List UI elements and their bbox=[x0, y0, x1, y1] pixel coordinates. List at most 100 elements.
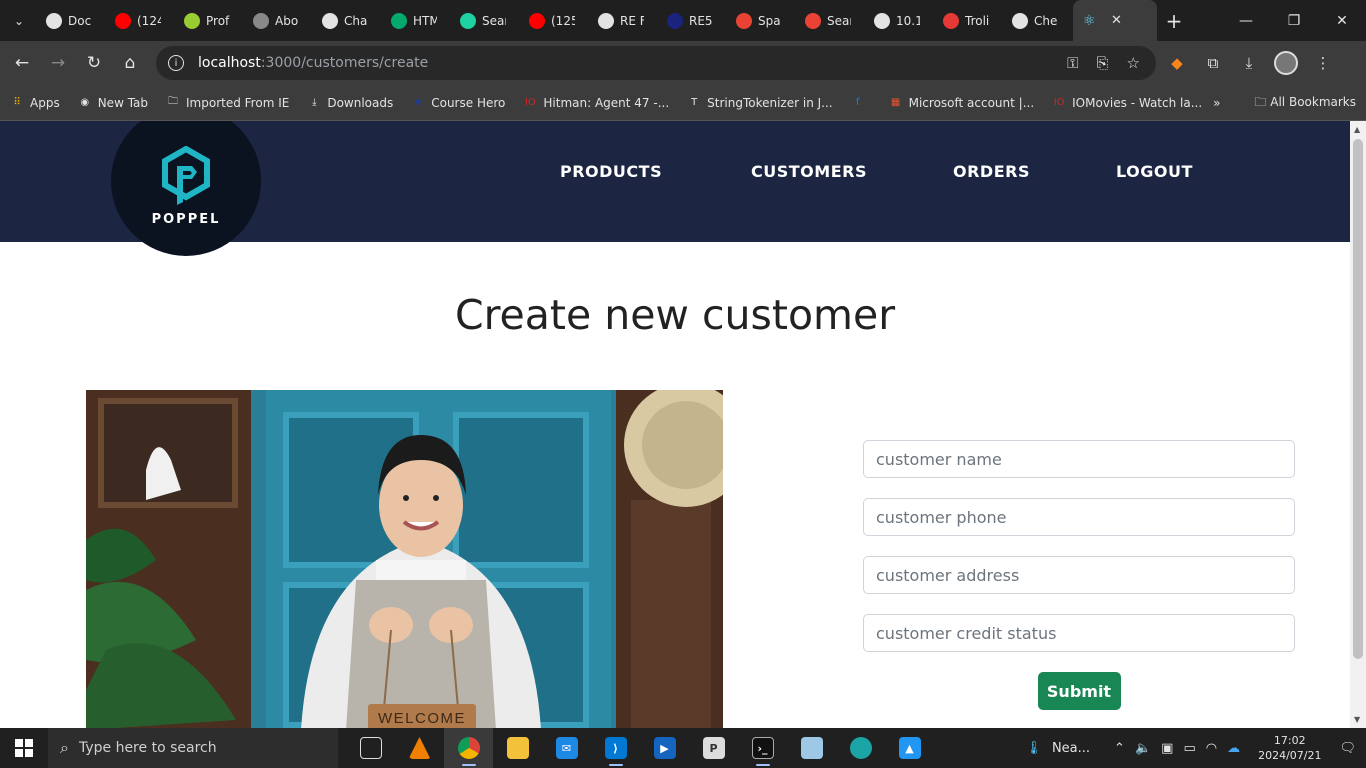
nav-customers[interactable]: CUSTOMERS bbox=[751, 162, 867, 181]
chrome-icon[interactable] bbox=[444, 728, 493, 768]
bookmark-item[interactable]: ◉ New Tab bbox=[78, 96, 148, 110]
scrollbar-thumb[interactable] bbox=[1353, 139, 1363, 659]
bookmark-star-icon[interactable]: ☆ bbox=[1127, 54, 1140, 72]
media-player-icon[interactable]: ▶ bbox=[640, 728, 689, 768]
weather-text[interactable]: Nea... bbox=[1052, 741, 1090, 756]
bookmarks-overflow-icon[interactable]: » bbox=[1213, 96, 1220, 110]
volume-icon[interactable]: 🔈 bbox=[1135, 741, 1151, 756]
scroll-up-icon[interactable]: ▲ bbox=[1354, 125, 1360, 134]
reload-icon[interactable]: ↻ bbox=[76, 45, 112, 81]
clock-date: 2024/07/21 bbox=[1258, 749, 1322, 762]
nav-products[interactable]: PRODUCTS bbox=[560, 162, 662, 181]
site-header: POPPEL PRODUCTS CUSTOMERS ORDERS LOGOUT bbox=[0, 121, 1350, 256]
w3schools-icon bbox=[391, 12, 407, 29]
system-clock[interactable]: 17:02 2024/07/21 bbox=[1258, 733, 1321, 763]
battery-icon[interactable]: ▭ bbox=[1183, 741, 1195, 756]
github-icon bbox=[1012, 12, 1028, 29]
customer-phone-input[interactable] bbox=[863, 498, 1295, 536]
customer-credit-status-input[interactable] bbox=[863, 614, 1295, 652]
customer-name-input[interactable] bbox=[863, 440, 1295, 478]
edge-icon[interactable] bbox=[836, 728, 885, 768]
bookmark-item[interactable]: IO IOMovies - Watch la... bbox=[1052, 96, 1202, 110]
taskbar-search-box[interactable]: ⌕ Type here to search bbox=[48, 728, 338, 768]
new-tab-button[interactable]: + bbox=[1157, 9, 1191, 33]
file-explorer-icon[interactable] bbox=[493, 728, 542, 768]
password-key-icon[interactable]: ⚿ bbox=[1067, 54, 1078, 72]
close-window-icon[interactable]: ✕ bbox=[1318, 13, 1366, 29]
profile-avatar[interactable] bbox=[1274, 51, 1298, 75]
vscode-icon[interactable]: ⟩ bbox=[591, 728, 640, 768]
bookmark-item[interactable]: ▦ Microsoft account |... bbox=[889, 95, 1035, 110]
terminal-icon[interactable]: ›_ bbox=[738, 728, 787, 768]
home-icon[interactable]: ⌂ bbox=[112, 45, 148, 81]
browser-tab[interactable]: RE F bbox=[590, 0, 659, 41]
browser-tab[interactable]: Abo bbox=[245, 0, 314, 41]
address-bar[interactable]: i localhost:3000/customers/create ⚿ ⎘ ☆ bbox=[156, 46, 1156, 80]
browser-tab[interactable]: Che bbox=[1004, 0, 1073, 41]
bookmark-item[interactable]: ★ Course Hero bbox=[411, 96, 506, 110]
onedrive-icon[interactable]: ☁ bbox=[1227, 741, 1240, 756]
bookmark-label: Microsoft account |... bbox=[908, 95, 1035, 110]
tab-label: Che bbox=[1034, 13, 1058, 28]
bookmark-item[interactable]: f bbox=[851, 96, 871, 110]
troli-icon bbox=[943, 12, 959, 29]
python-installer-icon[interactable]: P bbox=[689, 728, 738, 768]
weather-thermometer-icon[interactable]: 🌡 bbox=[1025, 741, 1042, 756]
back-icon[interactable]: ← bbox=[4, 45, 40, 81]
browser-tab[interactable]: HTM bbox=[383, 0, 452, 41]
page-viewport: POPPEL PRODUCTS CUSTOMERS ORDERS LOGOUT … bbox=[0, 121, 1350, 728]
close-tab-icon[interactable]: ✕ bbox=[1111, 13, 1122, 28]
browser-tab[interactable]: Spa bbox=[728, 0, 797, 41]
scroll-down-icon[interactable]: ▼ bbox=[1354, 715, 1360, 724]
windows-start-icon[interactable] bbox=[0, 728, 48, 768]
bookmark-label: Downloads bbox=[327, 95, 394, 110]
browser-tab[interactable]: Prof bbox=[176, 0, 245, 41]
browser-tab[interactable]: Cha bbox=[314, 0, 383, 41]
browser-tab[interactable]: 10.1 bbox=[866, 0, 935, 41]
metamask-icon[interactable]: ◆ bbox=[1166, 54, 1188, 72]
tab-search-dropdown-icon[interactable]: ⌄ bbox=[0, 0, 38, 41]
tray-overflow-icon[interactable]: ⌃ bbox=[1114, 741, 1125, 756]
browser-tab[interactable]: (124 bbox=[107, 0, 176, 41]
browser-tab[interactable]: Sear bbox=[452, 0, 521, 41]
browser-tab[interactable]: Troli bbox=[935, 0, 1004, 41]
poppel-logo[interactable]: POPPEL bbox=[111, 121, 261, 256]
browser-tab[interactable]: Sear bbox=[797, 0, 866, 41]
youtube-icon bbox=[115, 12, 131, 29]
restore-icon[interactable]: ❐ bbox=[1270, 13, 1318, 29]
site-info-icon[interactable]: i bbox=[168, 55, 184, 71]
tab-label: Abo bbox=[275, 13, 299, 28]
browser-tab[interactable]: RE5 bbox=[659, 0, 728, 41]
install-app-icon[interactable]: ⎘ bbox=[1097, 54, 1109, 72]
bookmark-item[interactable]: 🗀 Imported From IE bbox=[166, 96, 289, 110]
minimize-icon[interactable]: — bbox=[1222, 13, 1270, 29]
nav-orders[interactable]: ORDERS bbox=[953, 162, 1030, 181]
tab-label: (124 bbox=[137, 13, 161, 28]
bookmark-item[interactable]: ⤓ Downloads bbox=[307, 96, 393, 110]
bookmark-item[interactable]: ⠿ Apps bbox=[10, 95, 60, 110]
meet-now-icon[interactable]: ▣ bbox=[1161, 741, 1173, 756]
nav-logout[interactable]: LOGOUT bbox=[1116, 162, 1193, 181]
submit-button[interactable]: Submit bbox=[1037, 672, 1121, 710]
mail-icon[interactable]: ✉ bbox=[542, 728, 591, 768]
page-scrollbar[interactable]: ▲ ▼ bbox=[1350, 121, 1366, 728]
task-view-icon[interactable] bbox=[346, 728, 395, 768]
extensions-icon[interactable]: ⧉ bbox=[1202, 54, 1224, 72]
notifications-icon[interactable]: 🗨 bbox=[1339, 741, 1356, 756]
browser-tab[interactable]: Doc bbox=[38, 0, 107, 41]
bookmark-item[interactable]: IO Hitman: Agent 47 -... bbox=[523, 96, 669, 110]
notepad-icon[interactable] bbox=[787, 728, 836, 768]
tab-active[interactable]: ⚛ ✕ bbox=[1073, 0, 1157, 41]
all-bookmarks[interactable]: 🗀 All Bookmarks bbox=[1254, 93, 1356, 114]
photos-icon[interactable]: ▲ bbox=[885, 728, 934, 768]
customer-address-input[interactable] bbox=[863, 556, 1295, 594]
vlc-icon[interactable] bbox=[395, 728, 444, 768]
forward-icon[interactable]: → bbox=[40, 45, 76, 81]
bookmark-item[interactable]: T StringTokenizer in J... bbox=[687, 96, 833, 110]
menu-kebab-icon[interactable]: ⋮ bbox=[1312, 54, 1334, 72]
io-icon: IO bbox=[1053, 97, 1065, 108]
wifi-icon[interactable]: ◠ bbox=[1206, 741, 1217, 756]
downloads-icon[interactable]: ⤓ bbox=[1238, 54, 1260, 72]
bookmark-label: Apps bbox=[30, 95, 60, 110]
browser-tab[interactable]: (125 bbox=[521, 0, 590, 41]
